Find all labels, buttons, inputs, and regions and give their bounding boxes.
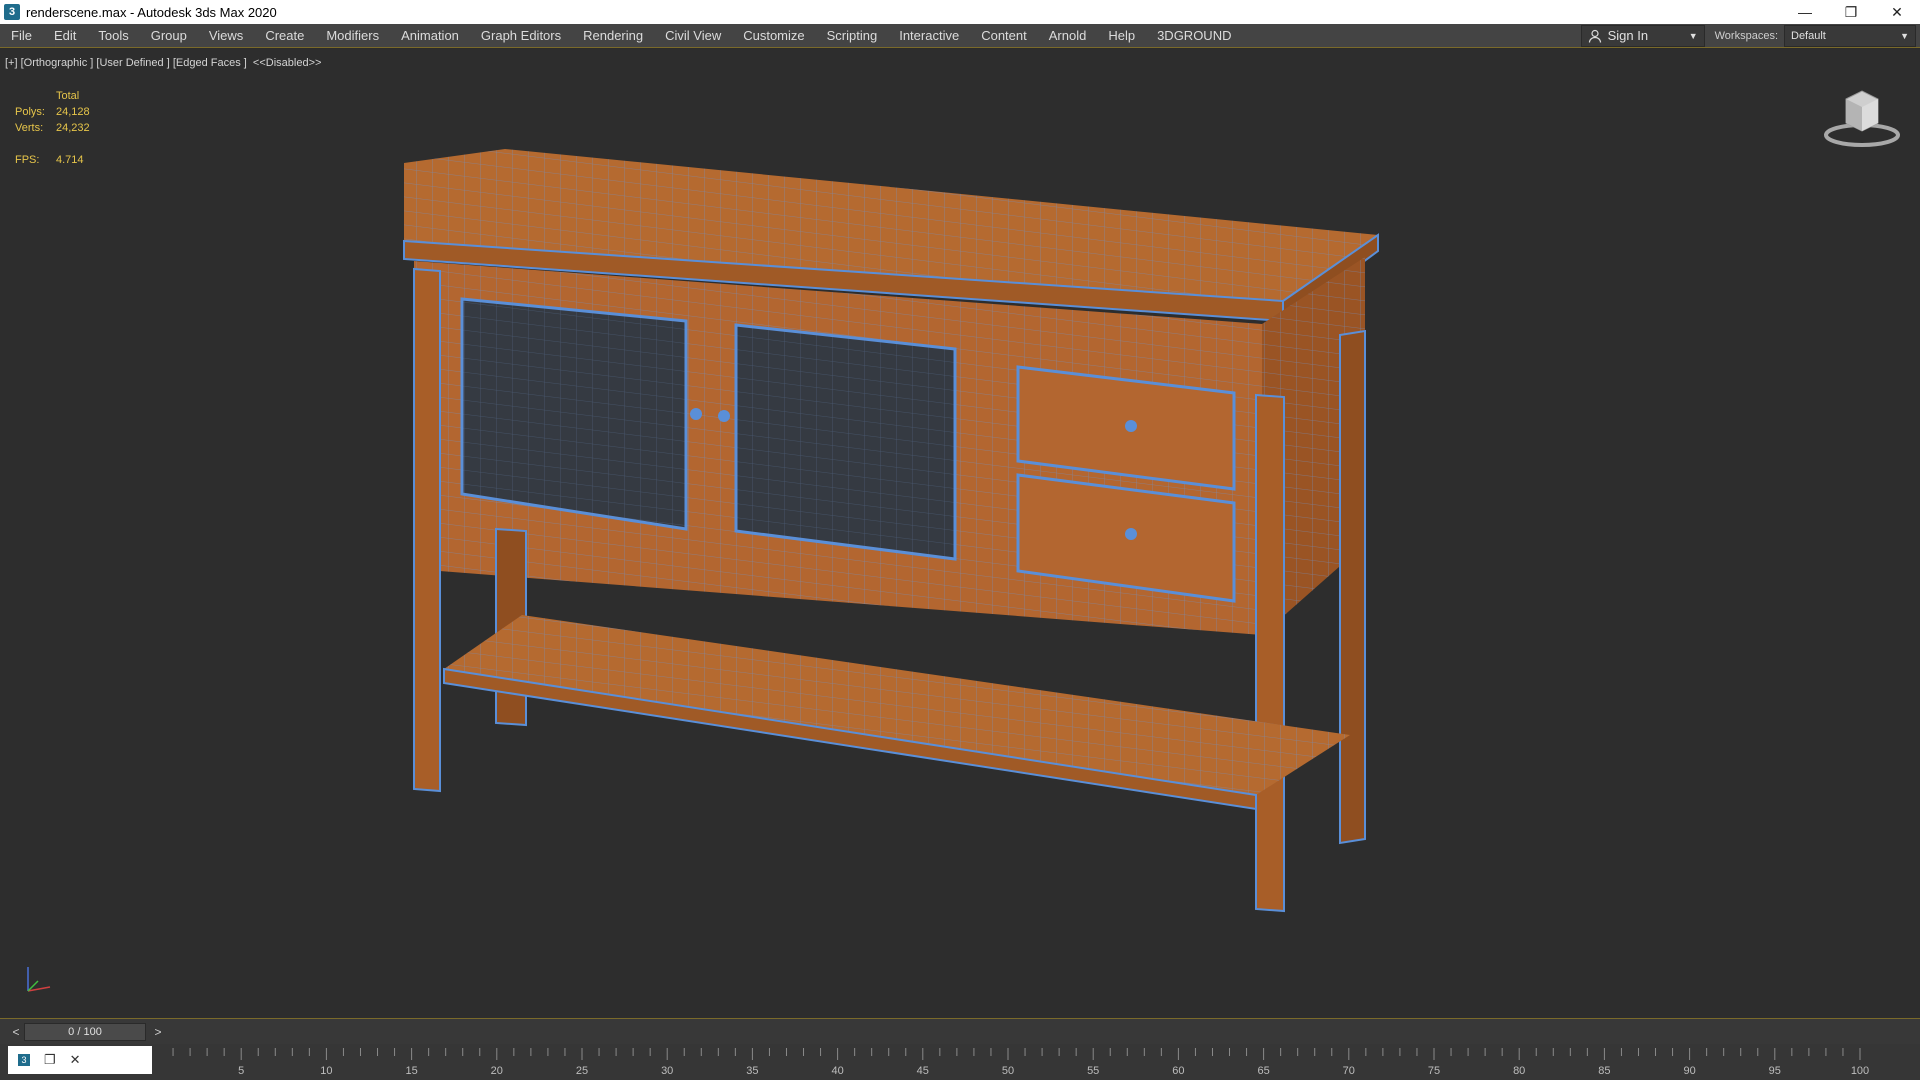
- back-right-leg: [1339, 329, 1366, 845]
- menu-file[interactable]: File: [0, 24, 43, 48]
- taskbar-thumbnail[interactable]: 3 ❐ ✕: [8, 1046, 152, 1074]
- ruler-label: 60: [1172, 1065, 1184, 1077]
- workspace-dropdown[interactable]: Default ▼: [1784, 24, 1916, 47]
- ruler-label: 75: [1428, 1065, 1440, 1077]
- sign-in-label: Sign In: [1607, 28, 1649, 43]
- ruler-label: 30: [661, 1065, 673, 1077]
- menu-interactive[interactable]: Interactive: [888, 24, 970, 48]
- frame-ruler[interactable]: 5 10 15 20 25 30 35 40 45 50 55 60 65 70 75 80 85 90 95 100: [152, 1044, 1912, 1080]
- ruler-label: 5: [238, 1065, 244, 1077]
- menu-customize[interactable]: Customize: [732, 24, 815, 48]
- ruler-label: 25: [576, 1065, 588, 1077]
- ruler-label: 20: [491, 1065, 503, 1077]
- 3ds-max-icon: 3: [4, 4, 20, 20]
- stats-fps-row: FPS: 4.714: [15, 152, 90, 168]
- axis-tripod-icon: [27, 967, 51, 992]
- restore-icon[interactable]: ❐: [1828, 0, 1874, 24]
- stats-polys-row: Polys: 24,128: [15, 104, 90, 120]
- front-left-leg: [413, 267, 441, 793]
- track-bar[interactable]: 3 ❐ ✕ 5 10 15 20 25 30 35 40 45 50 55 60 65 70 75 80 85 9…: [0, 1044, 1920, 1080]
- 3ds-max-icon: 3: [18, 1054, 30, 1066]
- sign-in-button[interactable]: Sign In ▼: [1580, 24, 1705, 47]
- 3dsmax-window: 3 renderscene.max - Autodesk 3ds Max 202…: [0, 0, 1920, 1080]
- ruler-label: 15: [405, 1065, 417, 1077]
- furniture-model[interactable]: [0, 49, 1920, 1018]
- menu-tools[interactable]: Tools: [87, 24, 139, 48]
- menu-views[interactable]: Views: [198, 24, 254, 48]
- polys-label: Polys:: [15, 106, 45, 118]
- door-knob-left: [690, 408, 702, 420]
- menu-group[interactable]: Group: [140, 24, 198, 48]
- time-slider[interactable]: 0 / 100: [24, 1022, 146, 1041]
- viewport-label[interactable]: [+] [Orthographic ] [User Defined ] [Edg…: [5, 57, 321, 69]
- restore-icon[interactable]: ❐: [44, 1052, 56, 1068]
- workspace-value: Default: [1791, 29, 1826, 42]
- menu-content[interactable]: Content: [970, 24, 1038, 48]
- front-right-leg: [1255, 393, 1285, 913]
- menu-rendering[interactable]: Rendering: [572, 24, 654, 48]
- ruler-label: 55: [1087, 1065, 1099, 1077]
- perspective-viewport[interactable]: [+] [Orthographic ] [User Defined ] [Edg…: [0, 49, 1920, 1018]
- previous-frame-button[interactable]: <: [8, 1023, 24, 1041]
- drawer-knob-lower: [1125, 528, 1137, 540]
- viewcube-icon[interactable]: [1822, 85, 1902, 151]
- ruler-label: 10: [320, 1065, 332, 1077]
- verts-value: 24,232: [56, 122, 90, 134]
- stats-header: Total: [56, 90, 80, 102]
- minimize-icon[interactable]: —: [1782, 0, 1828, 24]
- close-icon[interactable]: ✕: [1874, 0, 1920, 24]
- window-title: renderscene.max - Autodesk 3ds Max 2020: [26, 4, 277, 20]
- ruler-label: 35: [746, 1065, 758, 1077]
- time-slider-bar: < 0 / 100 >: [0, 1018, 1920, 1044]
- fps-label: FPS:: [15, 154, 40, 166]
- menu-graph-editors[interactable]: Graph Editors: [470, 24, 572, 48]
- menu-create[interactable]: Create: [254, 24, 315, 48]
- ruler-label: 50: [1002, 1065, 1014, 1077]
- door-knob-right: [718, 410, 730, 422]
- ruler-label: 100: [1851, 1065, 1869, 1077]
- next-frame-button[interactable]: >: [150, 1023, 166, 1041]
- ruler-label: 70: [1343, 1065, 1355, 1077]
- title-bar: 3 renderscene.max - Autodesk 3ds Max 202…: [0, 0, 1920, 24]
- ruler-label: 95: [1769, 1065, 1781, 1077]
- stats-verts-row: Verts: 24,232: [15, 120, 90, 136]
- menu-bar: File Edit Tools Group Views Create Modif…: [0, 24, 1920, 48]
- menu-edit[interactable]: Edit: [43, 24, 87, 48]
- fps-value: 4.714: [56, 154, 84, 166]
- verts-label: Verts:: [15, 122, 44, 134]
- ruler-label: 80: [1513, 1065, 1525, 1077]
- polys-value: 24,128: [56, 106, 90, 118]
- workspaces-label: Workspaces:: [1714, 29, 1778, 42]
- menu-arnold[interactable]: Arnold: [1038, 24, 1098, 48]
- statistics-overlay: Total Polys: 24,128 Verts: 24,232 FPS: 4…: [15, 88, 90, 168]
- menu-animation[interactable]: Animation: [390, 24, 470, 48]
- menu-modifiers[interactable]: Modifiers: [315, 24, 390, 48]
- ruler-label: 85: [1598, 1065, 1610, 1077]
- drawer-knob-upper: [1125, 420, 1137, 432]
- menu-help[interactable]: Help: [1097, 24, 1146, 48]
- menu-civil-view[interactable]: Civil View: [654, 24, 732, 48]
- ruler-label: 90: [1683, 1065, 1695, 1077]
- ruler-label: 40: [831, 1065, 843, 1077]
- chevron-down-icon: ▼: [1688, 30, 1698, 41]
- user-icon: [1588, 29, 1601, 43]
- ruler-label: 45: [917, 1065, 929, 1077]
- menu-3dground[interactable]: 3DGROUND: [1146, 24, 1242, 48]
- ruler-label: 65: [1257, 1065, 1269, 1077]
- menu-scripting[interactable]: Scripting: [816, 24, 889, 48]
- chevron-down-icon: ▼: [1900, 30, 1909, 41]
- close-icon[interactable]: ✕: [70, 1052, 81, 1068]
